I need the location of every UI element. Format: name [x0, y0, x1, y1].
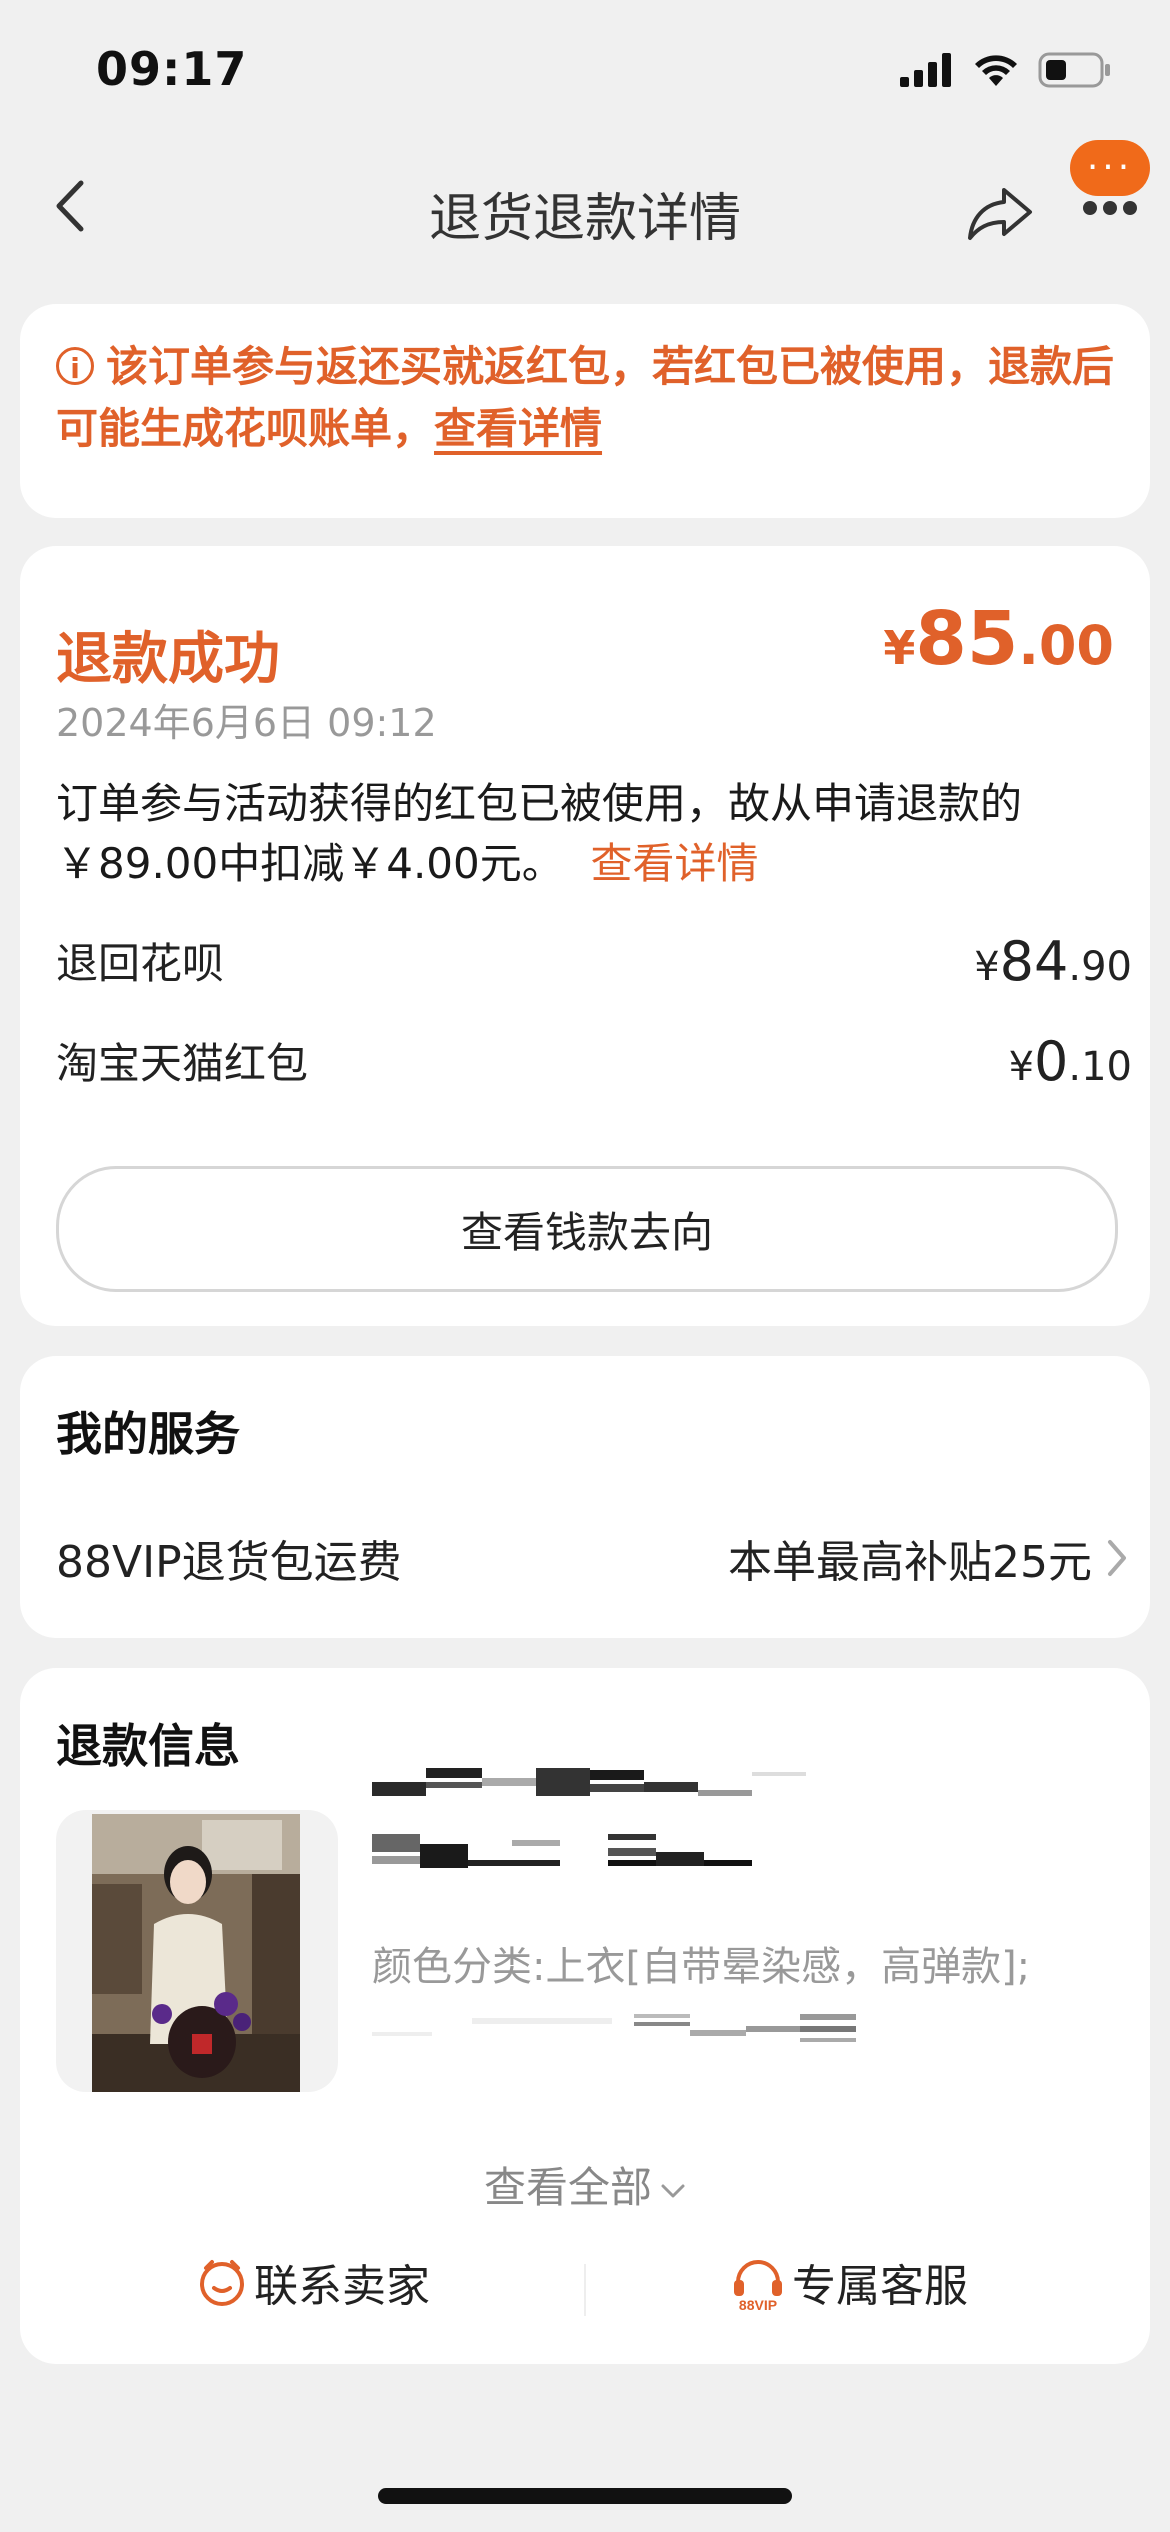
redacted-product-title	[372, 1768, 806, 1868]
nav-bar: 退货退款详情 ···	[0, 140, 1170, 270]
bottom-actions: 联系卖家 88VIP 专属客服	[20, 2250, 1150, 2330]
refund-row-redpacket: 淘宝天猫红包 ¥0.10	[56, 1030, 1132, 1093]
notice-card: i 该订单参与返还买就返红包，若红包已被使用，退款后可能生成花呗账单，查看详情	[20, 304, 1150, 518]
more-button[interactable]: ···	[1066, 140, 1150, 230]
cellular-signal-icon	[900, 53, 951, 87]
share-icon	[968, 188, 1032, 240]
service-card: 我的服务 88VIP退货包运费 本单最高补贴25元	[20, 1356, 1150, 1638]
refund-row-value: ¥84.90	[974, 930, 1132, 993]
contact-seller-label: 联系卖家	[254, 2261, 430, 2312]
chevron-down-icon	[661, 2184, 685, 2197]
product-thumbnail[interactable]	[56, 1810, 338, 2092]
notice-text: i 该订单参与返还买就返红包，若红包已被使用，退款后可能生成花呗账单，查看详情	[56, 336, 1126, 460]
refund-time: 2024年6月6日 09:12	[56, 701, 437, 745]
action-divider	[584, 2264, 586, 2316]
status-bar: 09:17	[0, 0, 1170, 140]
vip-shipping-label: 88VIP退货包运费	[56, 1537, 402, 1588]
product-spec: 颜色分类:上衣[自带晕染感，高弹款];	[372, 1944, 1031, 1990]
status-time: 09:17	[96, 42, 248, 96]
status-icons	[900, 52, 1112, 88]
headset-icon: 88VIP	[734, 2260, 782, 2312]
info-icon: i	[56, 346, 94, 385]
refund-info-title: 退款信息	[56, 1719, 240, 1773]
more-bubble: ···	[1070, 140, 1150, 196]
vip-badge: 88VIP	[739, 2297, 777, 2312]
redacted-product-extra	[372, 2014, 856, 2042]
contact-seller-button[interactable]: 联系卖家	[196, 2250, 430, 2314]
seller-chat-icon	[200, 2260, 244, 2306]
chevron-right-icon	[1108, 1540, 1126, 1576]
refund-info-card: 退款信息 颜色分类:上衣[自带晕染感，高弹款]; 查看全部 联系卖家 88VIP…	[20, 1668, 1150, 2364]
share-button[interactable]	[964, 176, 1036, 248]
refund-status: 退款成功	[56, 627, 280, 692]
refund-row-value: ¥0.10	[1008, 1030, 1132, 1093]
vip-shipping-value: 本单最高补贴25元	[728, 1537, 1092, 1588]
refund-card: 退款成功 ¥85.00 2024年6月6日 09:12 订单参与活动获得的红包已…	[20, 546, 1150, 1326]
exclusive-service-label: 专属客服	[792, 2261, 968, 2312]
refund-row-huabei: 退回花呗 ¥84.90	[56, 930, 1132, 993]
see-all-button[interactable]: 查看全部	[20, 2154, 1150, 2215]
product-photo-illustration	[92, 1814, 300, 2092]
product-photo	[92, 1814, 300, 2092]
view-money-flow-button[interactable]: 查看钱款去向	[56, 1166, 1118, 1292]
wifi-icon	[975, 55, 1017, 86]
battery-icon	[1038, 52, 1110, 88]
refund-description: 订单参与活动获得的红包已被使用，故从申请退款的￥89.00中扣减￥4.00元。 …	[56, 779, 1023, 888]
more-dots-icon	[1083, 201, 1137, 215]
exclusive-service-button[interactable]: 88VIP 专属客服	[730, 2250, 968, 2314]
refund-detail-link[interactable]: 查看详情	[590, 839, 758, 888]
home-indicator	[378, 2488, 792, 2504]
vip-shipping-row[interactable]: 88VIP退货包运费 本单最高补贴25元	[56, 1526, 1132, 1596]
service-title: 我的服务	[56, 1407, 240, 1461]
notice-detail-link[interactable]: 查看详情	[434, 404, 602, 453]
refund-amount: ¥85.00	[883, 596, 1114, 682]
